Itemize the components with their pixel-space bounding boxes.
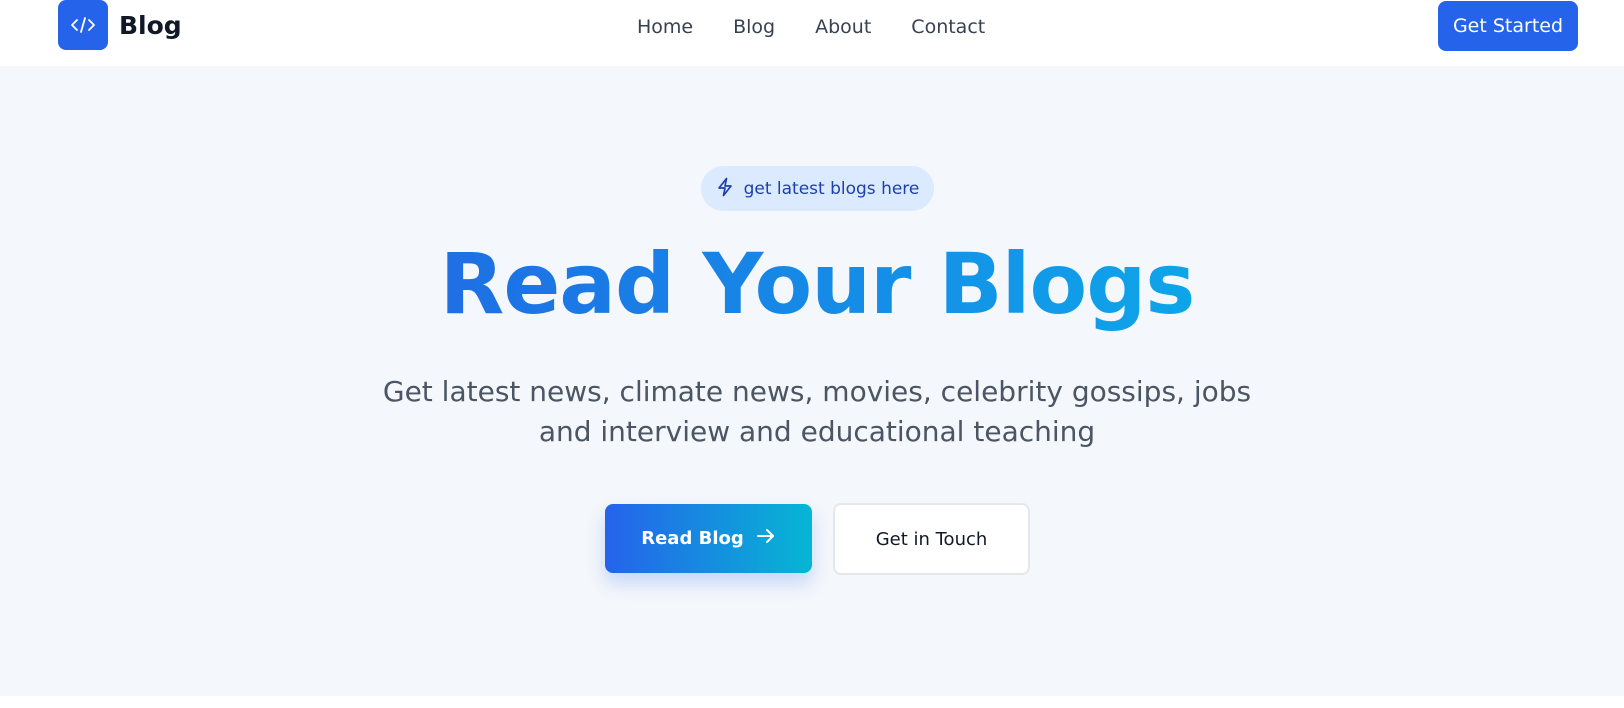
code-icon [58,0,108,50]
hero-badge: get latest blogs here [701,166,934,211]
read-blog-button[interactable]: Read Blog [605,504,812,573]
hero-subtitle: Get latest news, climate news, movies, c… [382,375,1252,448]
get-started-button[interactable]: Get Started [1438,1,1578,51]
top-navbar: Blog Home Blog About Contact Get Started [0,0,1624,66]
page-bottom-edge [0,696,1624,708]
read-blog-label: Read Blog [641,528,744,549]
nav-link-contact[interactable]: Contact [911,16,985,38]
get-in-touch-button[interactable]: Get in Touch [833,503,1030,575]
badge-text: get latest blogs here [743,178,920,199]
hero-title-text: Read Your Blogs [439,235,1196,333]
hero-section: get latest blogs here Read Your Blogs Ge… [0,66,1624,696]
nav-link-blog[interactable]: Blog [733,16,775,38]
arrow-right-icon [756,527,776,550]
brand[interactable]: Blog [58,0,182,50]
hero-title: Read Your Blogs [0,234,1624,334]
brand-name: Blog [119,10,182,40]
lightning-icon [716,177,734,201]
main-nav: Home Blog About Contact [637,0,985,54]
nav-link-about[interactable]: About [815,16,871,38]
nav-link-home[interactable]: Home [637,16,693,38]
